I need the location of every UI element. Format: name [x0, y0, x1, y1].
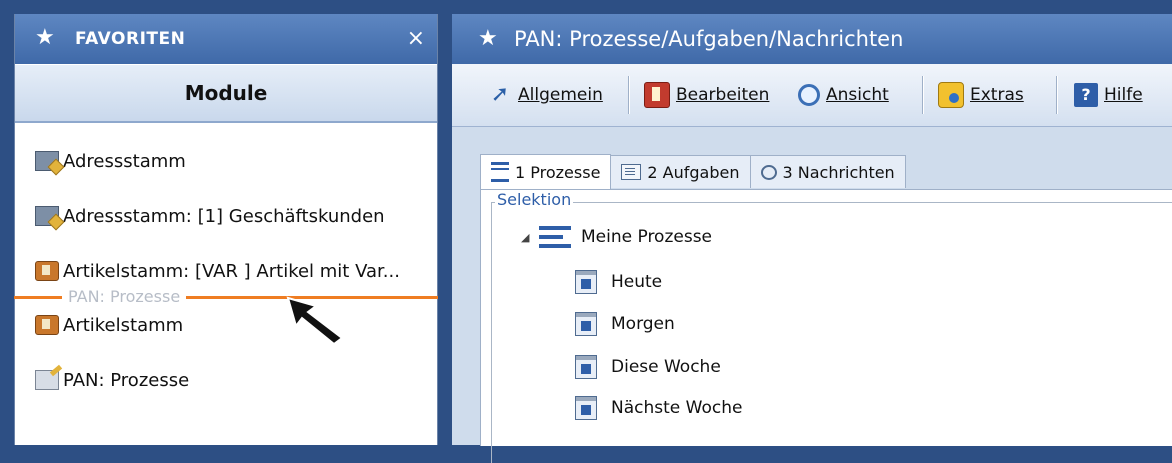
favorite-item-geschaeftskunden[interactable]: Adressstamm: [1] Geschäftskunden [35, 199, 425, 233]
drag-ghost-label: PAN: Prozesse [62, 287, 187, 306]
ansicht-button[interactable]: Ansicht [798, 80, 889, 110]
tree-node-diese-woche[interactable]: Diese Woche [575, 355, 721, 379]
extras-icon [938, 82, 964, 108]
speech-bubble-icon [760, 164, 777, 180]
tab-bar: 1 Prozesse 2 Aufgaben 3 Nachrichten [480, 154, 906, 189]
arrow-up-right-icon: ➚ [490, 82, 510, 107]
list-icon [491, 162, 509, 182]
favorite-item-label: Artikelstamm: [VAR ] Artikel mit Var... [63, 260, 400, 282]
tab-nachrichten[interactable]: 3 Nachrichten [749, 155, 906, 188]
bearbeiten-button[interactable]: Bearbeiten [644, 80, 769, 110]
calendar-icon [575, 270, 597, 294]
tab-aufgaben[interactable]: 2 Aufgaben [610, 155, 751, 188]
tab-content: Selektion ◢ Meine Prozesse Heute Morgen [480, 189, 1172, 463]
extras-button[interactable]: Extras [938, 80, 1024, 110]
tree-node-label: Heute [611, 272, 663, 292]
close-icon[interactable]: × [407, 26, 425, 51]
tree-node-heute[interactable]: Heute [575, 270, 662, 294]
tab-label: 1 Prozesse [515, 162, 601, 182]
tab-label: 3 Nachrichten [782, 162, 895, 182]
favorites-panel: ★ FAVORITEN × Module Adressstamm Adresss… [14, 14, 438, 445]
tree-node-label: Nächste Woche [611, 398, 743, 418]
toolbar: ➚ Allgemein Bearbeiten Ansicht Extras ? … [452, 64, 1172, 127]
star-icon[interactable]: ★ [478, 26, 498, 51]
window-title: PAN: Prozesse/Aufgaben/Nachrichten [514, 27, 904, 51]
hilfe-button[interactable]: ? Hilfe [1074, 80, 1143, 110]
tree-node-label: Morgen [611, 314, 675, 334]
tree-node-naechste-woche[interactable]: Nächste Woche [575, 396, 742, 420]
favorite-item-label: Adressstamm: [1] Geschäftskunden [63, 205, 385, 227]
allgemein-label: Allgemein [518, 85, 603, 105]
favorite-item-adressstamm[interactable]: Adressstamm [35, 144, 425, 178]
favorites-header: ★ FAVORITEN × [15, 14, 437, 64]
bearbeiten-label: Bearbeiten [676, 85, 770, 105]
ansicht-label: Ansicht [826, 85, 889, 105]
favorites-title: FAVORITEN [75, 29, 186, 49]
calendar-icon [575, 355, 597, 379]
address-book-icon [35, 151, 59, 171]
extras-label: Extras [970, 85, 1024, 105]
content-area: 1 Prozesse 2 Aufgaben 3 Nachrichten Sele… [452, 127, 1172, 463]
favorite-item-pan-prozesse[interactable]: PAN: Prozesse [35, 363, 425, 397]
tree-node-label: Diese Woche [611, 357, 721, 377]
toolbar-divider [628, 76, 630, 114]
window-header: ★ PAN: Prozesse/Aufgaben/Nachrichten [452, 14, 1172, 64]
module-header[interactable]: Module [15, 64, 437, 123]
favorite-item-label: Artikelstamm [63, 314, 184, 336]
process-window: ★ PAN: Prozesse/Aufgaben/Nachrichten ➚ A… [452, 14, 1172, 463]
task-list-icon [621, 164, 642, 180]
tree-node-label: Meine Prozesse [581, 227, 713, 247]
tree-node-meine-prozesse[interactable]: ◢ Meine Prozesse [521, 226, 712, 248]
tree-node-morgen[interactable]: Morgen [575, 312, 675, 336]
article-icon [35, 261, 59, 281]
mouse-cursor-icon [286, 296, 344, 346]
tab-prozesse[interactable]: 1 Prozesse [480, 154, 612, 189]
favorite-item-label: Adressstamm [63, 150, 186, 172]
allgemein-button[interactable]: ➚ Allgemein [488, 80, 603, 110]
selektion-label: Selektion [495, 190, 574, 209]
address-book-icon [35, 206, 59, 226]
edit-icon [644, 82, 670, 108]
toolbar-divider [1056, 76, 1058, 114]
favorite-item-artikel-var[interactable]: Artikelstamm: [VAR ] Artikel mit Var... [35, 254, 425, 288]
calendar-icon [575, 396, 597, 420]
calendar-icon [575, 312, 597, 336]
process-list-icon [539, 226, 571, 248]
favorite-item-artikelstamm[interactable]: Artikelstamm [35, 308, 425, 342]
hilfe-label: Hilfe [1104, 85, 1143, 105]
expand-triangle-icon[interactable]: ◢ [521, 231, 533, 244]
help-icon: ? [1074, 83, 1098, 107]
process-icon [35, 370, 59, 390]
magnifier-icon [798, 84, 820, 106]
article-icon [35, 315, 59, 335]
toolbar-divider [922, 76, 924, 114]
favorite-item-label: PAN: Prozesse [63, 369, 190, 391]
star-icon: ★ [35, 25, 55, 50]
tab-label: 2 Aufgaben [647, 162, 740, 182]
